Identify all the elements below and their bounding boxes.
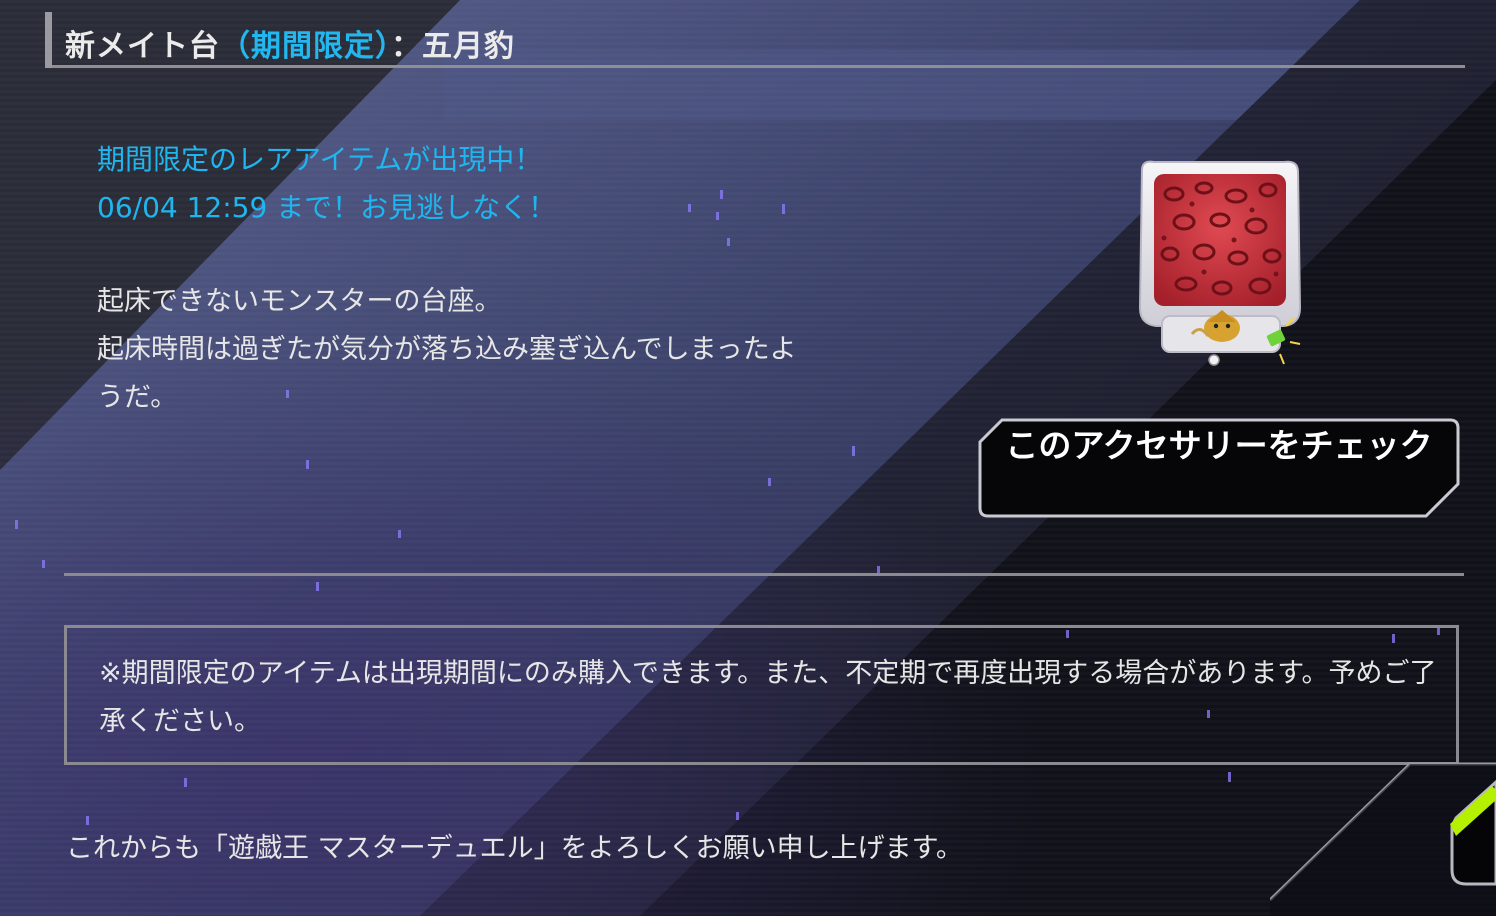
title-limited-tag: （期間限定）	[220, 29, 391, 64]
item-description: 起床できないモンスターの台座。 起床時間は過ぎたが気分が落ち込み塞ぎ込んでしまっ…	[97, 278, 797, 422]
description-line-3: うだ。	[97, 382, 178, 413]
title-accent-bar	[45, 12, 52, 68]
purchase-notice-text: ※期間限定のアイテムは出現期間にのみ購入できます。また、不定期で再度出現する場合…	[99, 658, 1437, 737]
page-title-bar: 新メイト台（期間限定）：五月豹	[45, 12, 1465, 68]
limited-notice-line: 期間限定のレアアイテムが出現中！	[97, 143, 543, 176]
description-line-2: 起床時間は過ぎたが気分が落ち込み塞ぎ込んでしまったよ	[97, 334, 797, 365]
limited-notice: 期間限定のレアアイテムが出現中！ 06/04 12:59 まで！お見逃しなく！	[97, 136, 556, 232]
leopard-print-mate-stand-icon	[1138, 160, 1302, 366]
description-line-1: 起床できないモンスターの台座。	[97, 286, 502, 317]
title-prefix: 新メイト台	[65, 29, 220, 64]
title-underline	[52, 65, 1465, 68]
limited-deadline-line: 06/04 12:59 まで！お見逃しなく！	[97, 191, 557, 224]
check-accessory-label: このアクセサリーをチェック	[1005, 426, 1433, 465]
title-item-name: ：五月豹	[391, 29, 515, 64]
purchase-notice-box: ※期間限定のアイテムは出現期間にのみ購入できます。また、不定期で再度出現する場合…	[64, 625, 1459, 765]
section-divider	[64, 573, 1464, 576]
check-accessory-button[interactable]: このアクセサリーをチェック	[978, 418, 1460, 518]
closing-message: これからも「遊戯王 マスターデュエル」をよろしくお願い申し上げます。	[66, 833, 963, 864]
corner-navigation-decoration	[1270, 762, 1496, 916]
page-title: 新メイト台（期間限定）：五月豹	[65, 21, 515, 65]
item-preview	[1134, 158, 1306, 370]
